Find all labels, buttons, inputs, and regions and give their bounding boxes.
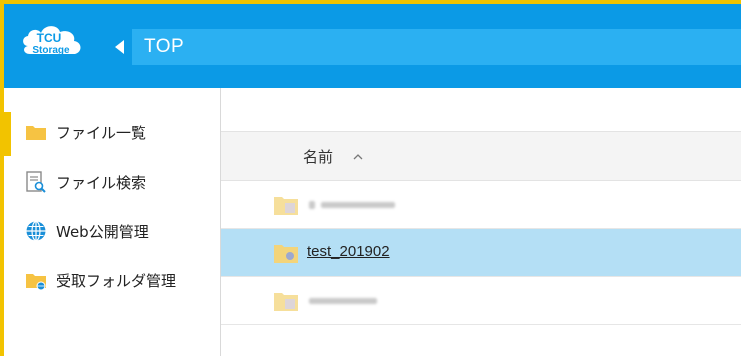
header: TCU Storage TOP xyxy=(4,4,741,88)
folder-icon xyxy=(274,293,298,311)
column-header: 名前 xyxy=(221,132,741,181)
back-arrow-icon[interactable] xyxy=(115,40,124,54)
sidebar-item-file-search[interactable]: ファイル検索 xyxy=(24,169,146,195)
folder-icon xyxy=(24,120,48,144)
column-name-header[interactable]: 名前 xyxy=(303,146,333,167)
sidebar-item-label: ファイル検索 xyxy=(56,173,147,192)
tcu-storage-logo[interactable]: TCU Storage xyxy=(18,20,88,66)
sidebar-item-receive-folder[interactable]: 受取フォルダ管理 xyxy=(24,267,176,293)
globe-icon xyxy=(24,219,48,243)
shared-folder-icon xyxy=(24,268,48,292)
folder-icon xyxy=(274,197,298,215)
sidebar-item-label: ファイル一覧 xyxy=(56,123,147,142)
table-row[interactable] xyxy=(221,181,741,229)
sidebar-item-label: Web公開管理 xyxy=(56,222,149,241)
breadcrumb-top-link[interactable]: TOP xyxy=(144,36,184,58)
redacted-name xyxy=(321,202,395,208)
redacted-name xyxy=(309,201,315,209)
logo-text-bottom: Storage xyxy=(32,45,70,56)
breadcrumb: TOP xyxy=(132,29,741,65)
file-search-icon xyxy=(24,170,48,194)
file-list-panel: 名前 test_201902 xyxy=(221,88,741,356)
table-row[interactable]: test_201902 xyxy=(221,229,741,277)
sidebar-active-indicator xyxy=(4,112,11,156)
logo-text-top: TCU xyxy=(37,31,62,45)
table-row[interactable] xyxy=(221,277,741,325)
redacted-name xyxy=(309,298,377,304)
app-window: TCU Storage TOP ファイル一覧 ファイル検索 Web公開管理 受取… xyxy=(0,0,741,356)
sidebar-item-label: 受取フォルダ管理 xyxy=(56,271,177,290)
folder-icon xyxy=(274,245,298,263)
sidebar-item-web-publish[interactable]: Web公開管理 xyxy=(24,218,149,244)
file-name-link[interactable]: test_201902 xyxy=(307,243,390,260)
toolbar xyxy=(221,88,741,132)
sidebar: ファイル一覧 ファイル検索 Web公開管理 受取フォルダ管理 xyxy=(4,88,221,356)
sort-ascending-icon[interactable] xyxy=(353,152,363,162)
sidebar-item-file-list[interactable]: ファイル一覧 xyxy=(24,119,146,145)
